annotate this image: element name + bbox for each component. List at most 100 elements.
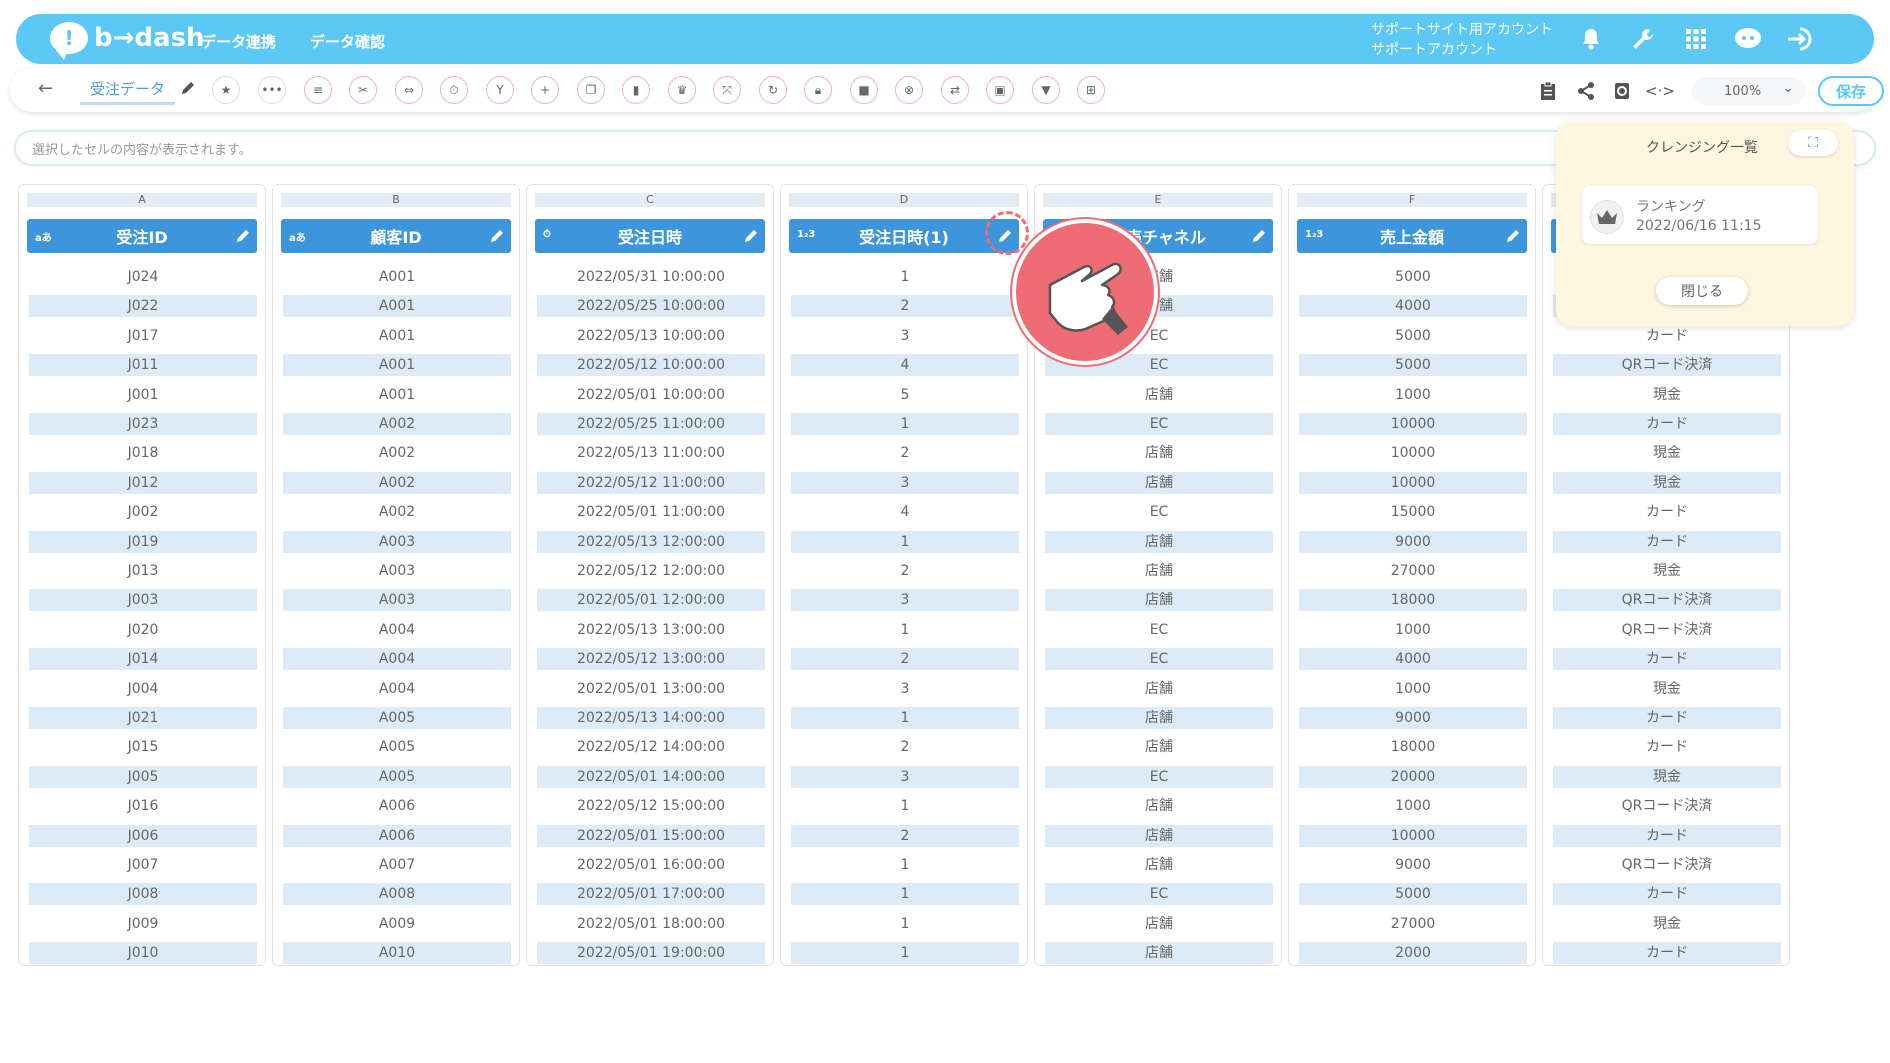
- table-cell[interactable]: 2022/05/13 13:00:00: [537, 619, 765, 641]
- column-letter[interactable]: C: [535, 193, 765, 207]
- zoom-select[interactable]: 100% ⌄: [1692, 77, 1806, 105]
- table-cell[interactable]: A008: [283, 883, 511, 906]
- table-cell[interactable]: 2022/05/12 11:00:00: [537, 471, 765, 494]
- delete-icon[interactable]: ▮: [622, 76, 650, 104]
- table-cell[interactable]: 2022/05/13 11:00:00: [537, 442, 765, 464]
- table-cell[interactable]: J024: [29, 266, 257, 288]
- table-cell[interactable]: 2022/05/12 12:00:00: [537, 560, 765, 582]
- table-cell[interactable]: J003: [29, 589, 257, 612]
- table-cell[interactable]: J012: [29, 471, 257, 494]
- table-cell[interactable]: J015: [29, 736, 257, 758]
- table-cell[interactable]: 1: [791, 619, 1019, 641]
- table-cell[interactable]: 9000: [1299, 530, 1527, 553]
- table-cell[interactable]: J006: [29, 824, 257, 847]
- column-letter[interactable]: B: [281, 193, 511, 207]
- table-cell[interactable]: J008: [29, 883, 257, 906]
- table-cell[interactable]: J016: [29, 795, 257, 817]
- table-cell[interactable]: カード: [1553, 501, 1781, 523]
- table-cell[interactable]: A004: [283, 678, 511, 700]
- table-cell[interactable]: カード: [1553, 942, 1781, 965]
- cleansing-item[interactable]: ランキング 2022/06/16 11:15: [1582, 186, 1818, 244]
- table-cell[interactable]: A010: [283, 942, 511, 965]
- table-cell[interactable]: 3: [791, 325, 1019, 347]
- table-cell[interactable]: 2: [791, 824, 1019, 847]
- table-cell[interactable]: 店舗: [1045, 942, 1273, 965]
- table-cell[interactable]: QRコード決済: [1553, 854, 1781, 876]
- table-cell[interactable]: J014: [29, 648, 257, 671]
- lock-icon[interactable]: 🔒︎: [804, 76, 832, 104]
- table-cell[interactable]: 現金: [1553, 442, 1781, 464]
- save-button[interactable]: 保存: [1818, 76, 1884, 106]
- table-cell[interactable]: A001: [283, 266, 511, 288]
- table-cell[interactable]: 2022/05/01 10:00:00: [537, 384, 765, 406]
- expand-panel-button[interactable]: ⛶: [1788, 130, 1838, 156]
- pencil-icon[interactable]: [1505, 228, 1521, 244]
- table-cell[interactable]: 2022/05/01 12:00:00: [537, 589, 765, 612]
- table-cell[interactable]: A006: [283, 824, 511, 847]
- table-cell[interactable]: 2022/05/12 10:00:00: [537, 354, 765, 377]
- table-cell[interactable]: J018: [29, 442, 257, 464]
- table-cell[interactable]: 2022/05/31 10:00:00: [537, 266, 765, 288]
- table-cell[interactable]: A003: [283, 530, 511, 553]
- table-cell[interactable]: J007: [29, 854, 257, 876]
- table-cell[interactable]: A003: [283, 560, 511, 582]
- table-cell[interactable]: カード: [1553, 648, 1781, 671]
- table-cell[interactable]: 4000: [1299, 648, 1527, 671]
- table-cell[interactable]: 2000: [1299, 942, 1527, 965]
- transform-icon[interactable]: ⇄: [941, 76, 969, 104]
- table-cell[interactable]: 3: [791, 678, 1019, 700]
- table-cell[interactable]: 15000: [1299, 501, 1527, 523]
- table-cell[interactable]: 現金: [1553, 384, 1781, 406]
- table-cell[interactable]: 2022/05/01 11:00:00: [537, 501, 765, 523]
- table-cell[interactable]: 9000: [1299, 854, 1527, 876]
- clipboard-icon[interactable]: [1536, 80, 1560, 102]
- column-header[interactable]: aあ 受注ID: [27, 219, 257, 253]
- table-cell[interactable]: 店舗: [1045, 471, 1273, 494]
- table-cell[interactable]: EC: [1045, 648, 1273, 671]
- table-cell[interactable]: QRコード決済: [1553, 795, 1781, 817]
- add-icon[interactable]: +: [531, 76, 559, 104]
- table-cell[interactable]: 10000: [1299, 442, 1527, 464]
- table-cell[interactable]: 1000: [1299, 619, 1527, 641]
- calc-icon[interactable]: ▣: [986, 76, 1014, 104]
- table-cell[interactable]: 9000: [1299, 707, 1527, 729]
- column-header[interactable]: 1₂3 売上金額: [1297, 219, 1527, 253]
- column-header[interactable]: ⏱ 受注日時: [535, 219, 765, 253]
- table-cell[interactable]: EC: [1045, 883, 1273, 906]
- table-cell[interactable]: 10000: [1299, 824, 1527, 847]
- table-cell[interactable]: 1: [791, 854, 1019, 876]
- timer-icon[interactable]: ⏱: [440, 76, 468, 104]
- table-cell[interactable]: 2022/05/25 11:00:00: [537, 413, 765, 435]
- table-cell[interactable]: EC: [1045, 501, 1273, 523]
- table-cell[interactable]: A002: [283, 501, 511, 523]
- table-cell[interactable]: 1000: [1299, 678, 1527, 700]
- bell-icon[interactable]: [1576, 25, 1606, 53]
- account-info[interactable]: サポートサイト用アカウント サポートアカウント: [1371, 20, 1553, 60]
- table-cell[interactable]: A001: [283, 384, 511, 406]
- support-chat-icon[interactable]: [1733, 25, 1763, 53]
- table-cell[interactable]: カード: [1553, 736, 1781, 758]
- table-cell[interactable]: 2022/05/01 14:00:00: [537, 765, 765, 788]
- table-cell[interactable]: QRコード決済: [1553, 589, 1781, 612]
- pivot-icon[interactable]: ⊞: [1077, 76, 1105, 104]
- table-cell[interactable]: 3: [791, 765, 1019, 788]
- table-cell[interactable]: J004: [29, 678, 257, 700]
- table-cell[interactable]: 2022/05/01 13:00:00: [537, 678, 765, 700]
- table-cell[interactable]: カード: [1553, 530, 1781, 553]
- table-cell[interactable]: A002: [283, 471, 511, 494]
- table-cell[interactable]: 2: [791, 560, 1019, 582]
- table-cell[interactable]: 店舗: [1045, 530, 1273, 553]
- table-cell[interactable]: 1: [791, 707, 1019, 729]
- table-cell[interactable]: A003: [283, 589, 511, 612]
- table-cell[interactable]: 店舗: [1045, 913, 1273, 935]
- table-cell[interactable]: 10000: [1299, 413, 1527, 435]
- table-cell[interactable]: A002: [283, 413, 511, 435]
- table-cell[interactable]: カード: [1553, 707, 1781, 729]
- table-cell[interactable]: 2022/05/01 17:00:00: [537, 883, 765, 906]
- table-cell[interactable]: A001: [283, 354, 511, 377]
- table-cell[interactable]: 1: [791, 530, 1019, 553]
- table-cell[interactable]: 5000: [1299, 883, 1527, 906]
- table-cell[interactable]: カード: [1553, 325, 1781, 347]
- edit-title-icon[interactable]: [180, 80, 198, 98]
- column-letter[interactable]: F: [1297, 193, 1527, 207]
